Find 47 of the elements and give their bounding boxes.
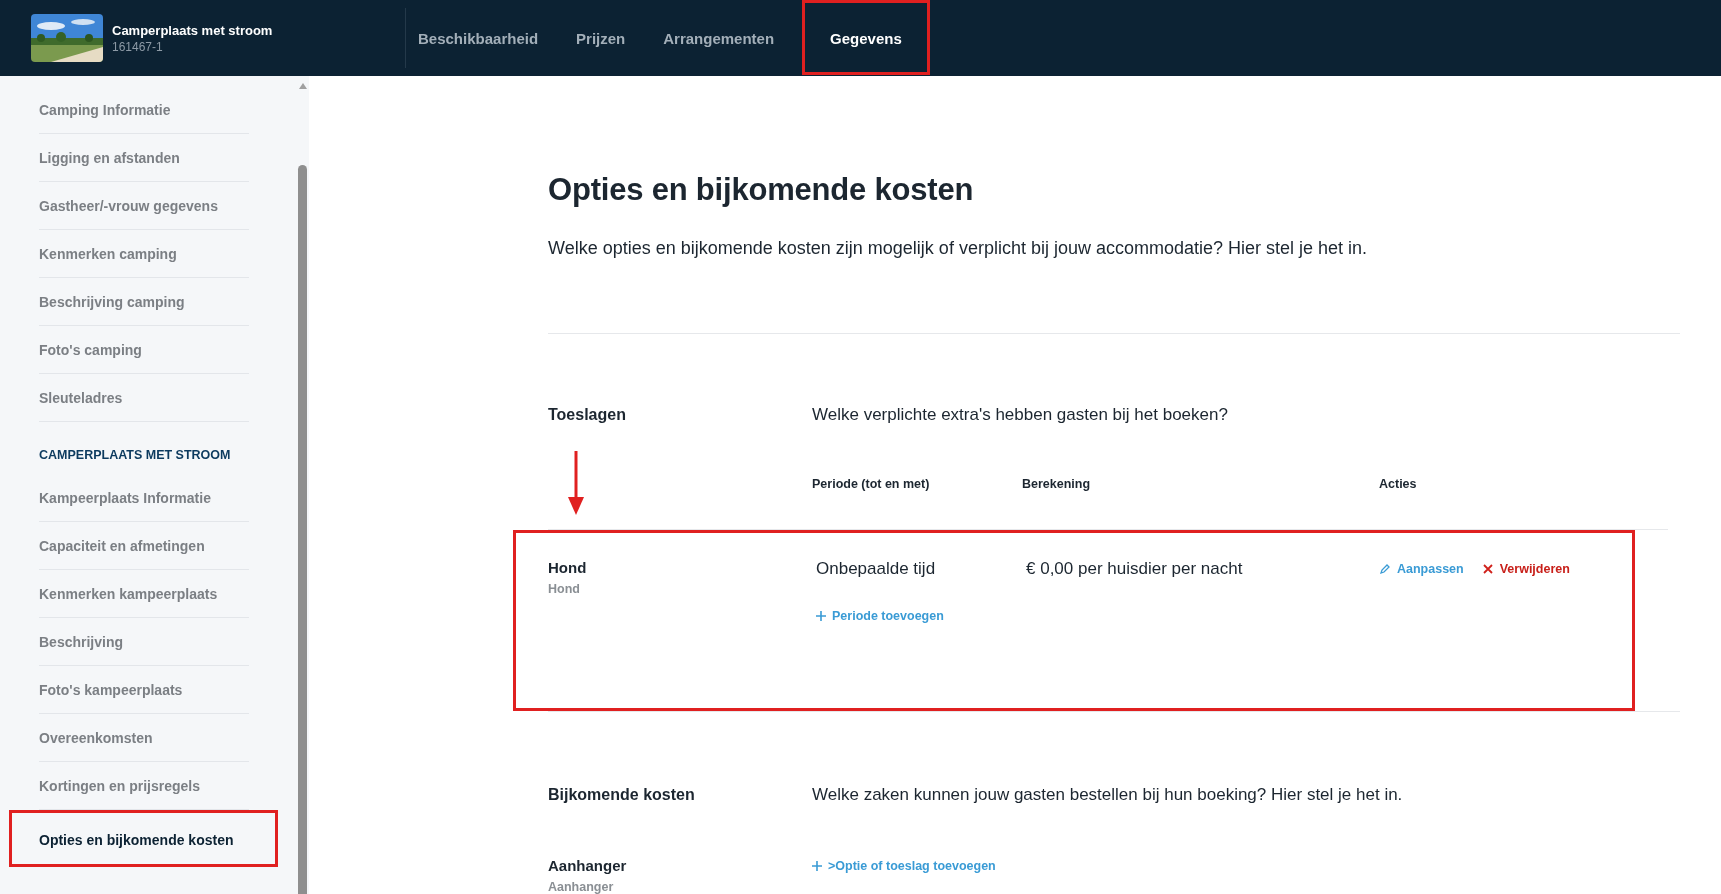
sidebar-heading: CAMPERPLAATS MET STROOM <box>39 448 232 464</box>
item-subtitle: Hond <box>548 582 581 596</box>
delete-link[interactable]: Verwijderen <box>1481 562 1570 576</box>
edit-link[interactable]: Aanpassen <box>1379 562 1464 576</box>
calculation-text: € 0,00 per huisdier per nacht <box>1025 559 1243 578</box>
page-description: Welke opties en bijkomende kosten zijn mogelijk of verplicht bij jouw accommodatie? Hier stel je het in. <box>548 238 1369 259</box>
sidebar-item[interactable]: Overeenkomsten <box>9 714 249 762</box>
column-header: Berekening <box>1022 477 1092 491</box>
sidebar-item[interactable]: Gastheer/-vrouw gegevens <box>9 182 249 230</box>
section-title: Bijkomende kosten <box>548 786 696 804</box>
sidebar-item[interactable]: Kampeerplaats Informatie <box>9 474 249 522</box>
item-name: Hond <box>548 559 588 576</box>
section-question: Welke verplichte extra's hebben gasten bij het boeken? <box>812 405 1228 425</box>
close-icon <box>1481 563 1494 575</box>
sidebar-item[interactable]: Foto's kampeerplaats <box>9 666 249 714</box>
scroll-up-icon[interactable] <box>298 82 308 90</box>
accommodation-code: 161467-1 <box>112 39 164 54</box>
sidebar-item[interactable]: Foto's camping <box>9 326 249 374</box>
sidebar-item[interactable]: Kenmerken camping <box>9 230 249 278</box>
add-period-link[interactable]: Periode toevoegen <box>812 609 944 623</box>
nav-tab[interactable]: Prijzen <box>566 0 646 76</box>
sidebar-item[interactable]: Kenmerken kampeerplaats <box>9 570 249 618</box>
section-question: Welke zaken kunnen jouw gasten bestellen bij hun boeking? Hier stel je het in. <box>812 785 1403 805</box>
item-subtitle: Aanhanger <box>548 880 615 894</box>
sidebar-item[interactable]: Capaciteit en afmetingen <box>9 522 249 570</box>
sidebar-item[interactable]: Beschrijving camping <box>9 278 249 326</box>
nav-tab[interactable]: Beschikbaarheid <box>408 0 559 76</box>
column-header: Periode (tot en met) <box>812 477 931 491</box>
sidebar-item[interactable]: Ligging en afstanden <box>9 134 249 182</box>
sidebar-item[interactable]: Sleuteladres <box>9 374 249 422</box>
plus-icon <box>816 611 826 621</box>
item-name: Aanhanger <box>548 857 628 874</box>
section-title: Toeslagen <box>548 406 627 424</box>
scroll-thumb[interactable] <box>298 165 307 894</box>
pencil-icon <box>1379 563 1391 575</box>
plus-icon <box>812 861 822 871</box>
add-option-link[interactable]: >Optie of toeslag toevoegen <box>812 859 996 873</box>
nav-tab[interactable]: Gegevens <box>802 0 930 76</box>
sidebar-item[interactable]: Opties en bijkomende kosten <box>9 814 249 866</box>
page-title: Opties en bijkomende kosten <box>548 172 975 208</box>
sidebar-item[interactable]: Kortingen en prijsregels <box>9 762 249 810</box>
nav-tab[interactable]: Arrangementen <box>653 0 795 76</box>
accommodation-title: Camperplaats met stroom <box>112 22 273 38</box>
column-header: Acties <box>1379 477 1417 491</box>
sidebar-item[interactable]: Beschrijving <box>9 618 249 666</box>
period-text: Onbepaalde tijd <box>815 559 936 579</box>
sidebar-item[interactable]: Camping Informatie <box>9 86 249 134</box>
